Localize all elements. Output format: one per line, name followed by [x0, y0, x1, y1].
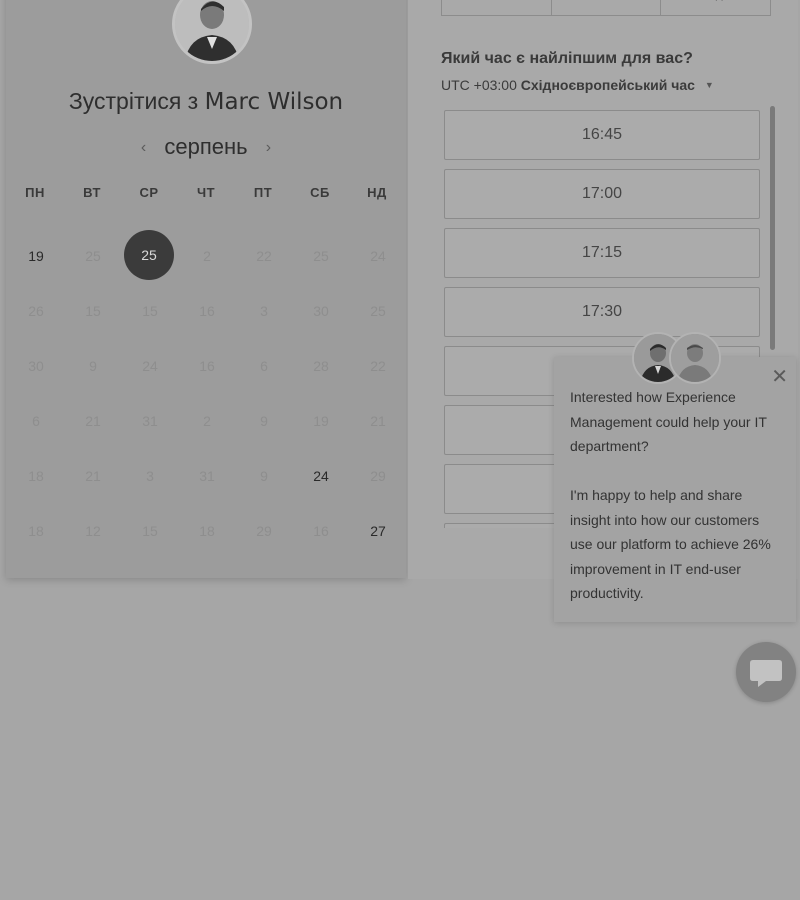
- calendar-day: 19: [313, 413, 329, 429]
- weekday-label: ПН: [25, 185, 45, 200]
- meeting-title-prefix: Зустрітися з: [68, 88, 199, 114]
- tab-duration-60[interactable]: 1 годин: [661, 0, 770, 15]
- calendar-day: 9: [260, 413, 268, 429]
- timezone-name: Східноєвропейський час: [520, 77, 695, 93]
- time-slot-button[interactable]: 17:00: [444, 169, 760, 219]
- close-icon[interactable]: ✕: [771, 367, 788, 387]
- chevron-down-icon: ▼: [704, 80, 714, 90]
- calendar-day: 29: [370, 468, 386, 484]
- duration-tabs: 15 хвилин 30 хвилин 1 годин: [441, 0, 771, 16]
- calendar-day: 30: [313, 303, 329, 319]
- calendar-day: 2: [203, 248, 211, 264]
- weekday-label: ВТ: [83, 185, 101, 200]
- calendar-day: 24: [142, 358, 158, 374]
- calendar-day: 15: [142, 523, 158, 539]
- calendar-day[interactable]: 24: [296, 451, 346, 501]
- timezone-offset: UTC +03:00: [441, 77, 517, 93]
- calendar-day: 12: [85, 523, 101, 539]
- calendar-day: 6: [260, 358, 268, 374]
- tab-duration-15[interactable]: 15 хвилин: [442, 0, 552, 15]
- tab-duration-30[interactable]: 30 хвилин: [552, 0, 662, 15]
- calendar-day: 2: [203, 413, 211, 429]
- calendar-day: 3: [146, 468, 154, 484]
- calendar-day: 21: [370, 413, 386, 429]
- calendar-day: 29: [256, 523, 272, 539]
- calendar-day: 16: [199, 358, 215, 374]
- month-label: серпень: [164, 134, 248, 159]
- calendar-day: 25: [313, 248, 329, 264]
- calendar-day: 28: [313, 358, 329, 374]
- calendar-day: 18: [28, 523, 44, 539]
- calendar-day: 22: [370, 358, 386, 374]
- calendar-day: 18: [28, 468, 44, 484]
- calendar-day: 15: [85, 303, 101, 319]
- calendar-card: Зустрітися з Marc Wilson ‹ серпень › ПН …: [6, 0, 406, 578]
- host-name: Marc Wilson: [204, 89, 344, 115]
- chat-bubble-icon: [750, 660, 782, 687]
- timezone-selector[interactable]: UTC +03:00 Східноєвропейський час ▼: [441, 77, 714, 93]
- next-month-button[interactable]: ›: [254, 139, 283, 156]
- month-navigation: ‹ серпень ›: [6, 134, 406, 160]
- calendar-day: 3: [260, 303, 268, 319]
- time-slot-button[interactable]: 17:15: [444, 228, 760, 278]
- time-slot-button[interactable]: 16:45: [444, 110, 760, 160]
- chat-message: Interested how Experience Management cou…: [570, 385, 782, 630]
- calendar-day: 16: [313, 523, 329, 539]
- prev-month-button[interactable]: ‹: [129, 139, 158, 156]
- calendar-day: 26: [28, 303, 44, 319]
- host-avatar: [172, 0, 252, 64]
- time-question: Який час є найліпшим для вас?: [441, 50, 693, 67]
- calendar-day: 21: [85, 468, 101, 484]
- weekday-label: СБ: [310, 185, 330, 200]
- calendar-day: 22: [256, 248, 272, 264]
- calendar-day: 25: [370, 303, 386, 319]
- weekday-label: НД: [367, 185, 387, 200]
- weekday-label: СР: [139, 185, 159, 200]
- calendar-day: 30: [28, 358, 44, 374]
- agent-avatar: [669, 332, 721, 384]
- calendar-day: 25: [85, 248, 101, 264]
- calendar-day: 15: [142, 303, 158, 319]
- calendar-day: 6: [32, 413, 40, 429]
- time-slot-scrollbar[interactable]: [770, 106, 775, 350]
- calendar-day: 18: [199, 523, 215, 539]
- calendar-day[interactable]: 19: [11, 231, 61, 281]
- chat-message-paragraph: Interested how Experience Management cou…: [570, 389, 767, 454]
- calendar-day[interactable]: 27: [353, 506, 403, 556]
- chat-popup: ✕ Interested how Experience Management c…: [554, 332, 796, 622]
- chat-launcher-button[interactable]: [736, 642, 796, 702]
- meeting-title: Зустрітися з Marc Wilson: [6, 88, 406, 115]
- calendar-day: 21: [85, 413, 101, 429]
- calendar-day: 31: [199, 468, 215, 484]
- calendar-day: 9: [260, 468, 268, 484]
- calendar-day: 31: [142, 413, 158, 429]
- calendar-day-selected[interactable]: 25: [124, 230, 174, 280]
- calendar-day: 9: [89, 358, 97, 374]
- weekday-label: ПТ: [253, 185, 273, 200]
- chat-message-paragraph: I'm happy to help and share insight into…: [570, 487, 771, 601]
- calendar-day: 16: [199, 303, 215, 319]
- time-slot-button[interactable]: 17:30: [444, 287, 760, 337]
- calendar-day: 24: [370, 248, 386, 264]
- weekday-label: ЧТ: [196, 185, 216, 200]
